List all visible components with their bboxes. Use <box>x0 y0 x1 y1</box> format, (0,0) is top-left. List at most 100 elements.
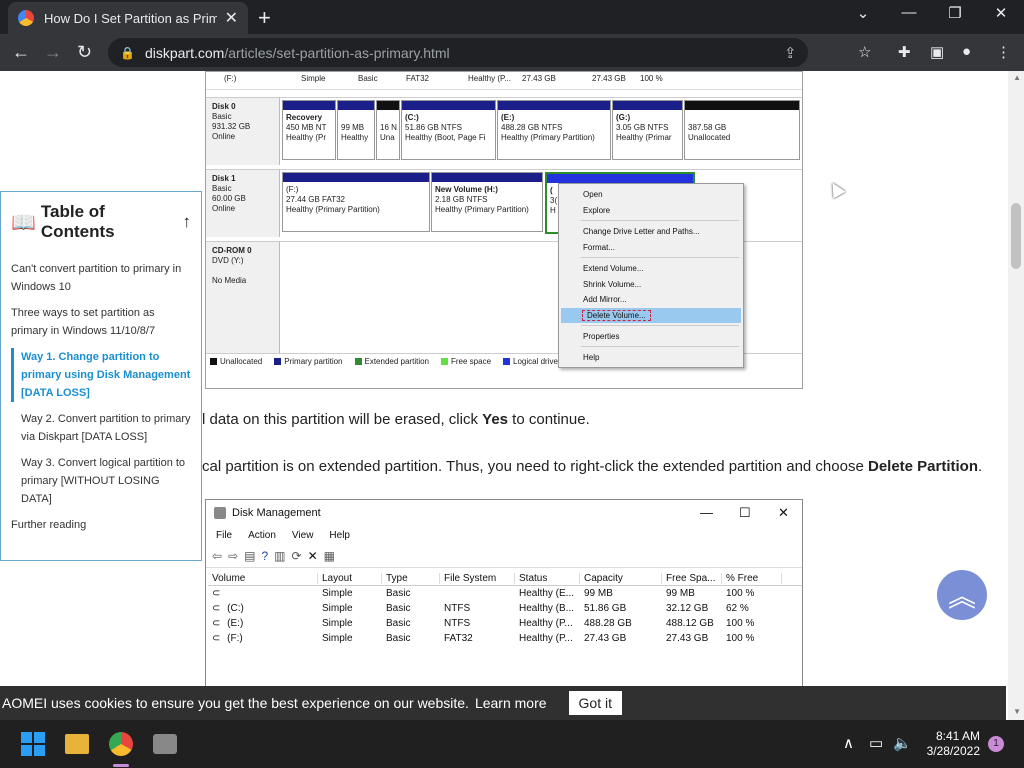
new-tab-button[interactable]: + <box>258 5 271 31</box>
menu-item-add-mirror[interactable]: Add Mirror... <box>561 292 741 307</box>
got-it-button[interactable]: Got it <box>568 691 622 715</box>
start-windows-icon[interactable] <box>21 732 45 756</box>
toc-item-active[interactable]: Way 1. Change partition to primary using… <box>11 348 191 402</box>
page-scrollbar[interactable]: ▲ ▼ <box>1008 71 1024 720</box>
toc-item[interactable]: Three ways to set partition as primary i… <box>11 304 191 340</box>
chevron-up-icon[interactable]: ∧ <box>843 734 854 752</box>
scroll-down-icon[interactable]: ▼ <box>1013 707 1021 716</box>
reload-button[interactable]: ↻ <box>77 42 92 63</box>
system-clock[interactable]: 8:41 AM 3/28/2022 <box>918 729 980 759</box>
volume-icon[interactable]: 🔈 <box>893 734 912 752</box>
table-row[interactable]: ⊂ (E:) Simple Basic NTFS Healthy (P... 488.28… <box>208 616 802 631</box>
address-bar[interactable]: 🔒 diskpart.com/articles/set-partition-as… <box>108 38 808 67</box>
menu-item-shrink-volume[interactable]: Shrink Volume... <box>561 277 741 292</box>
toc-item[interactable]: Way 3. Convert logical partition to prim… <box>11 454 191 508</box>
list-icon[interactable]: ▥ <box>274 549 285 563</box>
partition-system[interactable]: 99 MB Healthy <box>337 100 375 160</box>
minimize-icon[interactable]: — <box>700 505 713 520</box>
partition-g[interactable]: (G:) 3.05 GB NTFS Healthy (Primar <box>612 100 683 160</box>
partition-f[interactable]: (F:) 27.44 GB FAT32 Healthy (Primary Parti… <box>282 172 430 232</box>
legend-item: Free space <box>441 357 491 366</box>
menu-action[interactable]: Action <box>248 530 276 541</box>
volume-list-row: (F:) Simple Basic FAT32 Healthy (P... 27… <box>206 72 802 90</box>
partition-unallocated[interactable]: 387.58 GB Unallocated <box>684 100 800 160</box>
table-row[interactable]: ⊂ Simple Basic Healthy (E... 99 MB 99 MB 100 … <box>208 586 802 601</box>
scroll-up-icon[interactable]: ▲ <box>1013 73 1021 82</box>
delete-icon[interactable]: ✕ <box>308 549 318 563</box>
close-tab-icon[interactable]: ✕ <box>225 8 238 28</box>
window-title-bar: Disk Management — ☐ ✕ <box>206 500 802 526</box>
table-row[interactable]: ⊂ (C:) Simple Basic NTFS Healthy (B... 51.86 … <box>208 601 802 616</box>
lock-icon[interactable]: 🔒 <box>120 46 135 60</box>
help-icon[interactable]: ? <box>261 549 268 563</box>
back-icon[interactable]: ⇦ <box>212 549 222 563</box>
maximize-icon[interactable]: ☐ <box>739 505 751 521</box>
menu-item-explore[interactable]: Explore <box>561 203 741 218</box>
legend-item: Extended partition <box>354 357 429 366</box>
table-of-contents: 📖 Table of Contents ↑ Can't convert part… <box>0 191 202 561</box>
legend-item: Primary partition <box>274 357 343 366</box>
menu-item-open[interactable]: Open <box>561 187 741 202</box>
partition-recovery[interactable]: Recovery 450 MB NT Healthy (Pr <box>282 100 336 160</box>
menu-item-format[interactable]: Format... <box>561 240 741 255</box>
partition-msr[interactable]: 16 N Una <box>376 100 400 160</box>
toc-item[interactable]: Further reading <box>11 516 191 534</box>
app-icon[interactable] <box>153 734 177 754</box>
partition-c[interactable]: (C:) 51.86 GB NTFS Healthy (Boot, Page Fi <box>401 100 496 160</box>
bookmark-star-icon[interactable]: ☆ <box>858 43 871 61</box>
web-page: (F:) Simple Basic FAT32 Healthy (P... 27… <box>0 71 1024 720</box>
close-window-button[interactable]: ✕ <box>978 4 1024 22</box>
profile-icon[interactable]: ● <box>962 43 971 60</box>
chrome-icon[interactable] <box>109 732 133 756</box>
menu-file[interactable]: File <box>216 530 232 541</box>
url-host: diskpart.com <box>144 44 225 61</box>
toc-item[interactable]: Can't convert partition to primary in Wi… <box>11 260 191 296</box>
close-icon[interactable]: ✕ <box>778 505 789 521</box>
share-icon[interactable]: ⇪ <box>784 44 797 62</box>
chevron-up-icon: ︽ <box>947 581 976 612</box>
menu-icon[interactable]: ⋮ <box>996 43 1011 61</box>
scrollbar-thumb[interactable] <box>1011 203 1021 269</box>
notification-badge[interactable]: 1 <box>988 736 1004 752</box>
menu-item-change-drive-letter[interactable]: Change Drive Letter and Paths... <box>561 224 741 239</box>
tab-search-icon[interactable]: ⌄ <box>840 4 886 22</box>
legend-item: Unallocated <box>210 357 262 366</box>
disk0-row: Disk 0 Basic 931.32 GB Online Recovery 45… <box>206 97 802 165</box>
file-explorer-icon[interactable] <box>65 734 89 754</box>
forward-icon[interactable]: ⇨ <box>228 549 238 563</box>
menu-item-extend-volume[interactable]: Extend Volume... <box>561 261 741 276</box>
toc-title: Table of Contents <box>40 202 115 241</box>
extensions-icon[interactable]: ✚ <box>898 43 911 61</box>
console-icon[interactable]: ▤ <box>244 549 255 563</box>
partition-h[interactable]: New Volume (H:) 2.18 GB NTFS Healthy (Prim… <box>431 172 543 232</box>
disk0-info: Disk 0 Basic 931.32 GB Online <box>206 98 280 165</box>
back-button[interactable]: ← <box>12 42 30 63</box>
side-panel-icon[interactable]: ▣ <box>930 43 944 61</box>
refresh-icon[interactable]: ⟳ <box>292 549 302 563</box>
restore-button[interactable]: ❐ <box>932 4 978 22</box>
properties-icon[interactable]: ▦ <box>324 549 335 563</box>
menu-view[interactable]: View <box>292 530 314 541</box>
minimize-button[interactable]: — <box>886 4 932 21</box>
arrow-up-icon[interactable]: ↑ <box>183 212 192 232</box>
table-row[interactable]: ⊂ (F:) Simple Basic FAT32 Healthy (P... 27.43… <box>208 631 802 646</box>
url-path: /articles/set-partition-as-primary.html <box>224 44 450 61</box>
volume-table: Volume Layout Type File System Status Ca… <box>208 571 802 646</box>
network-icon[interactable]: ▭ <box>869 734 883 752</box>
menu-item-properties[interactable]: Properties <box>561 329 741 344</box>
cookie-text: AOMEI uses cookies to ensure you get the… <box>2 695 469 711</box>
toc-header[interactable]: 📖 Table of Contents ↑ <box>11 202 191 242</box>
menu-help[interactable]: Help <box>329 530 350 541</box>
site-favicon-icon <box>18 10 34 26</box>
learn-more-link[interactable]: Learn more <box>475 695 547 711</box>
browser-tab[interactable]: How Do I Set Partition as Primary ✕ <box>8 2 248 34</box>
disk1-info: Disk 1 Basic 60.00 GB Online <box>206 170 280 237</box>
scroll-to-top-button[interactable]: ︽ <box>937 570 987 620</box>
partition-e[interactable]: (E:) 488.28 GB NTFS Healthy (Primary Parti… <box>497 100 611 160</box>
toc-item[interactable]: Way 2. Convert partition to primary via … <box>11 410 191 446</box>
menu-item-help[interactable]: Help <box>561 350 741 365</box>
book-icon: 📖 <box>11 211 36 234</box>
context-menu: Open Explore Change Drive Letter and Pat… <box>558 183 744 368</box>
menu-item-delete-volume[interactable]: Delete Volume... <box>561 308 741 323</box>
forward-button[interactable]: → <box>44 42 62 63</box>
